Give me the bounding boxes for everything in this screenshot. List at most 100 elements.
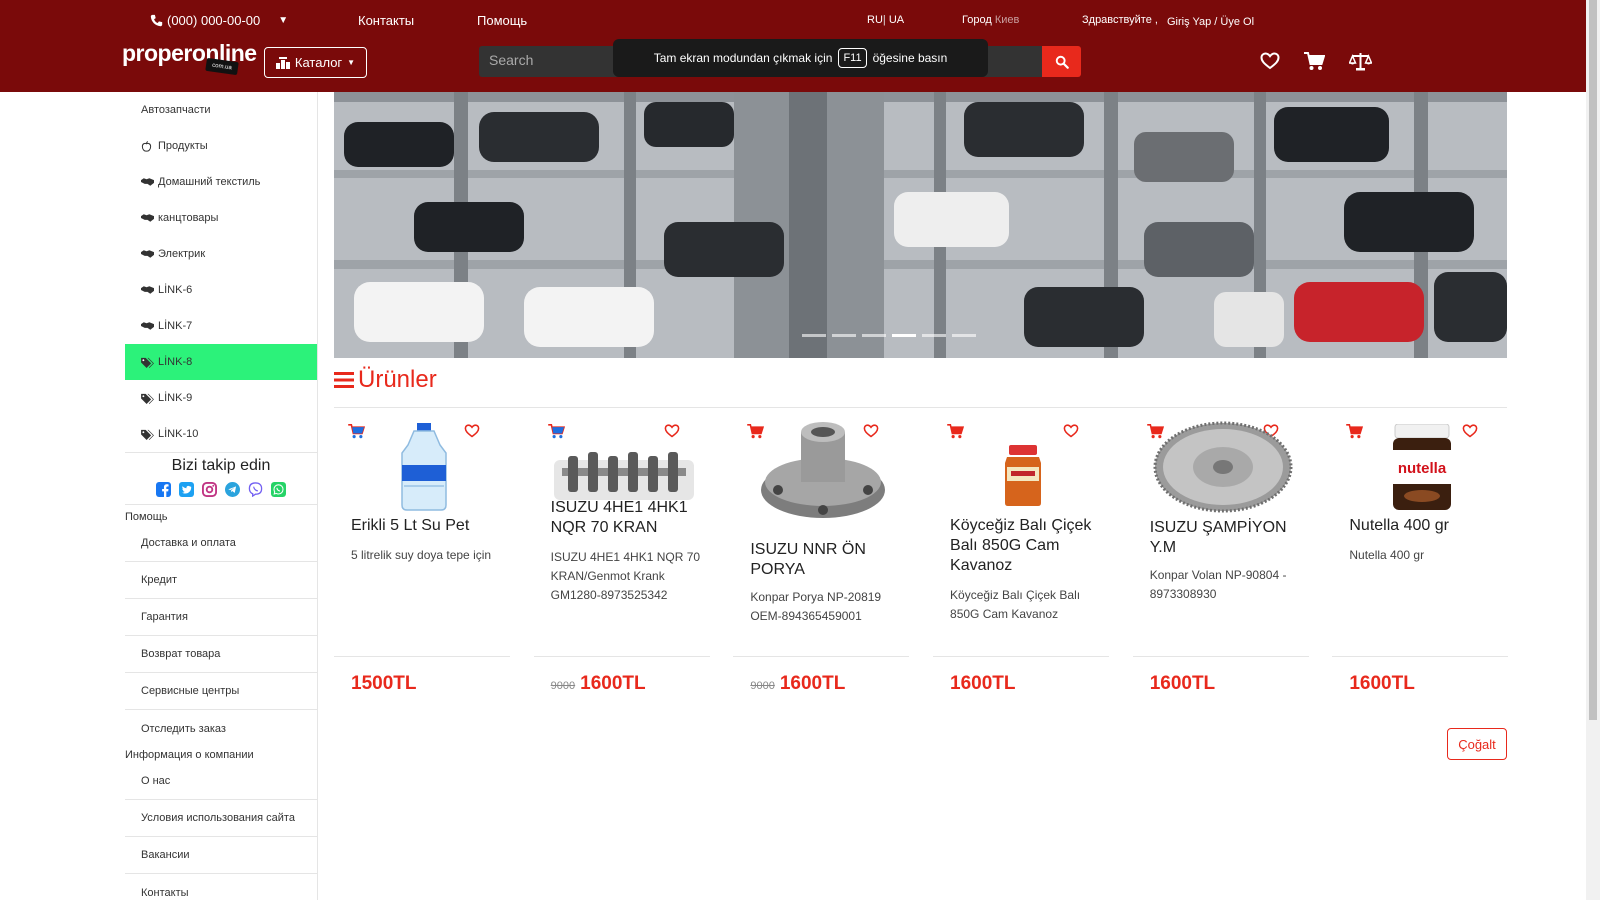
sidebar-category-label: LİNK-9 <box>158 392 193 404</box>
catalog-button[interactable]: Каталог ▼ <box>264 47 367 78</box>
product-price-value: 1600TL <box>950 673 1016 694</box>
product-card[interactable]: Köyceğiz Balı Çiçek Balı 850G Cam Kavano… <box>933 412 1110 704</box>
sidebar-link[interactable]: Кредит <box>125 562 317 599</box>
contacts-link[interactable]: Контакты <box>358 13 414 28</box>
instagram-icon[interactable] <box>202 482 217 497</box>
search-button[interactable] <box>1042 46 1081 77</box>
compare-button[interactable] <box>1348 52 1373 76</box>
company-list: О нас Условия использования сайта Вакансии… <box>125 763 317 911</box>
carousel-dot[interactable] <box>952 334 976 337</box>
product-price: 1600TL <box>1349 673 1414 695</box>
product-card[interactable]: Erikli 5 Lt Su Pet 5 litrelik suy doya te… <box>334 412 510 704</box>
sidebar-category[interactable]: LİNK-9 <box>125 380 317 416</box>
viber-icon[interactable] <box>248 482 263 497</box>
product-description: ISUZU 4HE1 4HK1 NQR 70 KRAN/Genmot Krank… <box>550 550 701 602</box>
sidebar-category[interactable]: Продукты <box>125 128 317 164</box>
product-image[interactable] <box>753 412 893 522</box>
product-image[interactable] <box>953 420 1093 530</box>
search-placeholder: Search <box>489 52 534 68</box>
sidebar-category[interactable]: LİNK-10 <box>125 416 317 452</box>
follow-section: Bizi takip edin Помощь <box>125 452 317 525</box>
telegram-icon[interactable] <box>225 482 240 497</box>
product-price: 1500TL <box>351 673 416 695</box>
search-icon <box>1055 55 1069 69</box>
product-price: 9000 1600TL <box>750 673 845 695</box>
sidebar-link[interactable]: Доставка и оплата <box>125 525 317 562</box>
product-name[interactable]: Köyceğiz Balı Çiçek Balı 850G Cam Kavano… <box>950 516 1100 576</box>
carousel-indicators <box>802 334 976 337</box>
product-card[interactable]: ISUZU NNR ÖN PORYA Konpar Porya NP-20819 … <box>733 412 910 704</box>
carousel-dot-active[interactable] <box>892 334 916 337</box>
product-name[interactable]: ISUZU 4HE1 4HK1 NQR 70 KRAN <box>551 498 701 538</box>
divider <box>334 407 1507 408</box>
wishlist-button[interactable] <box>1260 52 1280 75</box>
product-price: 1600TL <box>1150 673 1215 695</box>
product-card[interactable]: nutella Nutella 400 gr Nutella 400 gr 1600T… <box>1332 412 1509 704</box>
sidebar: Автозапчасти Продукты Домашний текстиль кан… <box>125 92 318 900</box>
lang-ua[interactable]: UA <box>889 14 904 26</box>
lang-ru[interactable]: RU <box>867 14 883 26</box>
product-description: Konpar Volan NP-90804 - 8973308930 <box>1149 568 1287 601</box>
sidebar-link[interactable]: Возврат товара <box>125 636 317 673</box>
product-grid: Erikli 5 Lt Su Pet 5 litrelik suy doya te… <box>334 412 1509 704</box>
sidebar-link[interactable]: Вакансии <box>125 837 317 874</box>
product-image[interactable] <box>1153 412 1293 522</box>
carousel-dot[interactable] <box>832 334 856 337</box>
product-name[interactable]: Erikli 5 Lt Su Pet <box>351 516 501 536</box>
product-name[interactable]: ISUZU ŞAMPİYON Y.M <box>1150 518 1300 558</box>
product-price-value: 1600TL <box>779 673 846 694</box>
sidebar-category[interactable]: Автозапчасти <box>125 92 317 128</box>
sidebar-link[interactable]: Сервисные центры <box>125 673 317 710</box>
cart-button[interactable] <box>1304 52 1326 76</box>
sidebar-category[interactable]: канцтовары <box>125 200 317 236</box>
carousel-dot[interactable] <box>862 334 886 337</box>
fullscreen-toast: Tam ekran modundan çıkmak için F11 öğesi… <box>613 39 988 77</box>
tags-icon <box>141 357 154 368</box>
facebook-icon[interactable] <box>156 482 171 497</box>
sidebar-category[interactable]: LİNK-8 <box>125 344 317 380</box>
carousel-dot[interactable] <box>922 334 946 337</box>
chevron-down-icon[interactable]: ▼ <box>278 15 288 26</box>
language-switch: RU| UA <box>867 14 905 26</box>
product-card[interactable]: ISUZU ŞAMPİYON Y.M Konpar Volan NP-90804 … <box>1132 412 1309 704</box>
product-description: Köyceğiz Balı Çiçek Balı 850G Cam Kavano… <box>950 588 1081 621</box>
company-section-title: Информация о компании <box>125 749 254 761</box>
product-card[interactable]: ISUZU 4HE1 4HK1 NQR 70 KRAN ISUZU 4HE1 4H… <box>533 412 710 704</box>
help-list: Доставка и оплата Кредит Гарантия Возврат т… <box>125 525 317 747</box>
sidebar-link[interactable]: Гарантия <box>125 599 317 636</box>
sidebar-category[interactable]: LİNK-7 <box>125 308 317 344</box>
help-link[interactable]: Помощь <box>477 13 527 28</box>
load-more-button[interactable]: Çoğalt <box>1447 728 1507 760</box>
sidebar-link[interactable]: Контакты <box>125 874 317 911</box>
sidebar-link[interactable]: Отследить заказ <box>125 710 317 747</box>
sidebar-link[interactable]: Условия использования сайта <box>125 800 317 837</box>
carousel-dot[interactable] <box>802 334 826 337</box>
sidebar-category[interactable]: Электрик <box>125 236 317 272</box>
city-selector[interactable]: Город Киев <box>962 14 1019 26</box>
sidebar-category-label: LİNK-7 <box>158 320 193 332</box>
twitter-icon[interactable] <box>179 482 194 497</box>
phone-icon <box>150 14 163 27</box>
sidebar-category-label: Продукты <box>158 140 208 152</box>
scrollbar-thumb[interactable] <box>1589 0 1597 720</box>
hero-banner[interactable] <box>334 92 1507 358</box>
handshake-icon <box>141 321 154 332</box>
product-name[interactable]: ISUZU NNR ÖN PORYA <box>750 540 900 580</box>
top-header: (000) 000-00-00 ▼ Контакты Помощь RU| UA… <box>0 0 1586 92</box>
svg-text:nutella: nutella <box>1398 460 1447 477</box>
sidebar-link[interactable]: О нас <box>125 763 317 800</box>
balance-scale-icon <box>1348 53 1373 71</box>
catalog-label: Каталог <box>294 55 343 70</box>
handshake-icon <box>141 177 154 188</box>
product-image[interactable] <box>354 412 494 522</box>
sidebar-category[interactable]: LİNK-6 <box>125 272 317 308</box>
sidebar-category[interactable]: Домашний текстиль <box>125 164 317 200</box>
phone-number[interactable]: (000) 000-00-00 ▼ <box>150 13 288 28</box>
product-price: 9000 1600TL <box>551 673 646 695</box>
whatsapp-icon[interactable] <box>271 482 286 497</box>
login-link[interactable]: Giriş Yap / Üye Ol <box>1167 16 1254 28</box>
tags-icon <box>141 429 154 440</box>
help-section-title: Помощь <box>125 504 317 525</box>
product-name[interactable]: Nutella 400 gr <box>1349 516 1499 536</box>
product-image[interactable]: nutella <box>1352 412 1492 522</box>
